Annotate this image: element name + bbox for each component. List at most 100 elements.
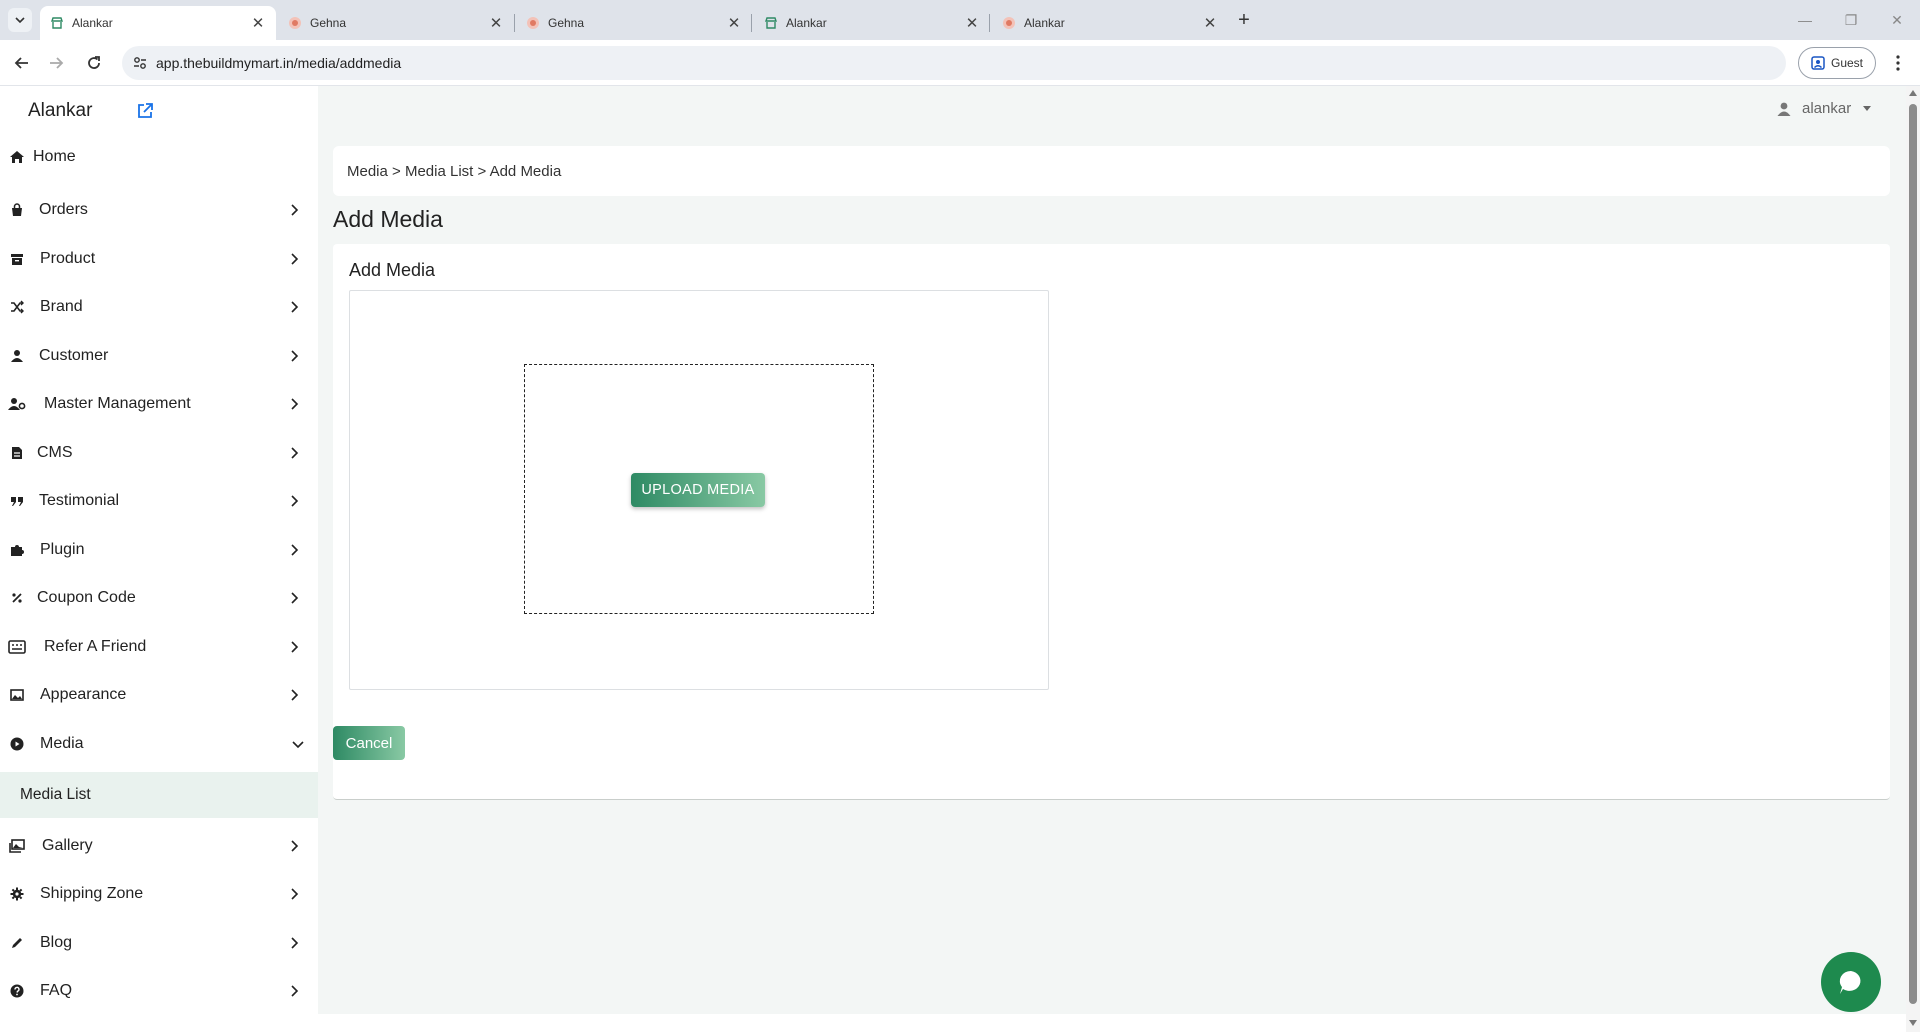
chevron-right-icon <box>286 396 302 412</box>
browser-tab[interactable]: Gehna ✕ <box>516 6 752 40</box>
chevron-right-icon <box>286 348 302 364</box>
back-button[interactable] <box>10 51 34 75</box>
sidebar-item-appearance[interactable]: Appearance <box>0 675 318 715</box>
profile-label: Guest <box>1830 56 1863 70</box>
close-window-button[interactable]: ✕ <box>1874 0 1920 40</box>
user-menu[interactable]: alankar <box>1776 100 1872 117</box>
quote-icon <box>8 492 26 510</box>
url-field[interactable]: app.thebuildmymart.in/media/addmedia <box>122 46 1786 80</box>
scroll-down-arrow-icon[interactable] <box>1909 1020 1917 1026</box>
url-text: app.thebuildmymart.in/media/addmedia <box>156 55 402 71</box>
tab-title: Alankar <box>1024 16 1065 30</box>
shuffle-icon <box>8 298 26 316</box>
sidebar-item-product[interactable]: Product <box>0 239 318 279</box>
upload-media-button[interactable]: UPLOAD MEDIA <box>631 473 765 507</box>
profile-button[interactable]: Guest <box>1798 47 1876 79</box>
username: alankar <box>1802 100 1852 117</box>
sidebar-item-label: Brand <box>40 298 83 315</box>
close-icon[interactable]: ✕ <box>488 15 504 32</box>
sidebar-item-orders[interactable]: Orders <box>0 190 318 230</box>
images-icon <box>8 837 26 855</box>
browser-tab[interactable]: Alankar ✕ <box>40 6 276 40</box>
chat-bubble-icon <box>1839 970 1861 994</box>
sidebar-item-label: Media <box>40 735 84 752</box>
sidebar-item-faq[interactable]: FAQ <box>0 971 318 1011</box>
sidebar-item-label: Orders <box>39 201 88 218</box>
cancel-button[interactable]: Cancel <box>333 726 405 760</box>
close-icon[interactable]: ✕ <box>1202 15 1218 32</box>
chevron-right-icon <box>286 493 302 509</box>
sidebar-item-refer-a-friend[interactable]: Refer A Friend <box>0 627 318 667</box>
sidebar-item-shipping-zone[interactable]: Shipping Zone <box>0 874 318 914</box>
sidebar-item-master-management[interactable]: Master Management <box>0 384 318 424</box>
sidebar-item-blog[interactable]: Blog <box>0 923 318 963</box>
image-icon <box>8 686 26 704</box>
tab-divider <box>751 14 752 32</box>
keyboard-icon <box>8 638 26 656</box>
site-settings-icon[interactable] <box>132 55 148 71</box>
box-icon <box>8 250 26 268</box>
app-root: Alankar Home Orders Product Brand Custom… <box>0 86 1906 1032</box>
media-dropzone[interactable]: UPLOAD MEDIA <box>524 364 874 614</box>
close-icon[interactable]: ✕ <box>726 15 742 32</box>
chevron-right-icon <box>286 299 302 315</box>
page-scrollbar[interactable] <box>1906 86 1920 1032</box>
scroll-up-arrow-icon[interactable] <box>1909 90 1917 96</box>
question-circle-icon <box>8 982 26 1000</box>
file-icon <box>8 444 26 462</box>
chevron-right-icon <box>286 639 302 655</box>
tab-title: Alankar <box>72 16 113 30</box>
sidebar-item-media[interactable]: Media <box>0 724 318 764</box>
sidebar-item-label: FAQ <box>40 982 73 999</box>
upload-panel: UPLOAD MEDIA <box>349 290 1049 690</box>
sidebar-item-brand[interactable]: Brand <box>0 287 318 327</box>
gear-icon <box>8 885 26 903</box>
brand-name: Alankar <box>28 100 93 121</box>
close-icon: ✕ <box>1891 11 1903 28</box>
sidebar-item-testimonial[interactable]: Testimonial <box>0 481 318 521</box>
tab-search-button[interactable] <box>8 8 32 32</box>
reload-icon <box>88 56 100 69</box>
chevron-right-icon <box>286 542 302 558</box>
browser-tab[interactable]: Alankar ✕ <box>754 6 990 40</box>
sidebar-item-plugin[interactable]: Plugin <box>0 530 318 570</box>
more-vertical-icon <box>1896 55 1900 71</box>
plus-icon: + <box>1238 8 1250 31</box>
arrow-left-icon <box>14 57 28 69</box>
sidebar-item-label: Coupon Code <box>37 589 136 606</box>
scroll-thumb[interactable] <box>1909 104 1917 1004</box>
breadcrumb: Media > Media List > Add Media <box>333 146 1890 196</box>
browser-menu-button[interactable] <box>1888 51 1908 75</box>
sidebar-item-label: Blog <box>40 934 73 951</box>
gehna-icon <box>1002 16 1016 30</box>
sidebar-item-label: Customer <box>39 347 109 364</box>
user-gear-icon <box>8 395 26 413</box>
sidebar-item-label: CMS <box>37 444 73 461</box>
close-icon[interactable]: ✕ <box>250 15 266 32</box>
sidebar-item-coupon-code[interactable]: Coupon Code <box>0 578 318 618</box>
sidebar-item-customer[interactable]: Customer <box>0 336 318 376</box>
sidebar-item-gallery[interactable]: Gallery <box>0 826 318 866</box>
gehna-icon <box>288 16 302 30</box>
tab-title: Gehna <box>310 16 347 30</box>
gehna-icon <box>526 16 540 30</box>
chevron-right-icon <box>286 935 302 951</box>
sidebar-item-home[interactable]: Home <box>0 137 318 177</box>
sidebar-subitem-media-list[interactable]: Media List <box>0 772 318 818</box>
forward-button[interactable] <box>44 51 68 75</box>
store-icon <box>50 16 64 30</box>
chevron-right-icon <box>286 202 302 218</box>
close-icon[interactable]: ✕ <box>964 15 980 32</box>
restore-button[interactable]: ❐ <box>1828 0 1874 40</box>
minimize-button[interactable]: — <box>1782 0 1828 40</box>
store-icon <box>764 16 778 30</box>
browser-tab[interactable]: Alankar ✕ <box>992 6 1228 40</box>
browser-tab[interactable]: Gehna ✕ <box>278 6 514 40</box>
user-icon <box>8 347 26 365</box>
sidebar-item-cms[interactable]: CMS <box>0 433 318 473</box>
chat-button[interactable] <box>1821 952 1881 1012</box>
reload-button[interactable] <box>82 51 106 75</box>
new-tab-button[interactable]: + <box>1232 8 1256 32</box>
chevron-right-icon <box>286 838 302 854</box>
external-link-icon[interactable] <box>136 102 154 120</box>
